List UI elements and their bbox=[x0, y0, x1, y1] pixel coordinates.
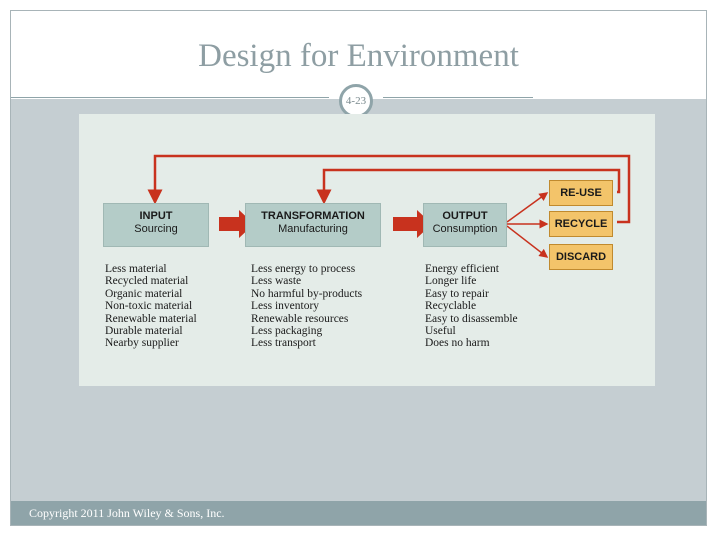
list-item: Less transport bbox=[251, 337, 316, 350]
diagram-panel: INPUT Sourcing TRANSFORMATION Manufactur… bbox=[79, 114, 655, 386]
recycle-box: RECYCLE bbox=[549, 211, 613, 237]
slide-footer: Copyright 2011 John Wiley & Sons, Inc. bbox=[11, 501, 706, 525]
list-item: Recyclable bbox=[425, 300, 477, 313]
transformation-title: TRANSFORMATION bbox=[261, 210, 365, 222]
list-item: Less energy to process bbox=[251, 263, 356, 275]
output-subtitle: Consumption bbox=[432, 223, 498, 235]
list-item: Useful bbox=[425, 325, 456, 338]
list-item: Less inventory bbox=[251, 300, 320, 313]
list-item: Recycled material bbox=[105, 275, 189, 288]
list-item: Easy to repair bbox=[425, 287, 489, 300]
transformation-list: Less energy to process Less waste No har… bbox=[251, 263, 362, 350]
slide-number: 4-23 bbox=[339, 84, 373, 118]
list-item: Does no harm bbox=[425, 337, 490, 350]
copyright-text: Copyright 2011 John Wiley & Sons, Inc. bbox=[29, 506, 225, 520]
slide-title: Design for Environment bbox=[198, 38, 519, 74]
input-title: INPUT bbox=[139, 210, 173, 222]
reuse-box: RE-USE bbox=[549, 180, 613, 206]
input-subtitle: Sourcing bbox=[134, 223, 178, 235]
output-to-discard-arrow bbox=[506, 225, 549, 258]
input-list: Less material Recycled material Organic … bbox=[105, 263, 197, 350]
list-item: Easy to disassemble bbox=[425, 312, 518, 325]
list-item: Energy efficient bbox=[425, 263, 499, 275]
slide-frame: Design for Environment 4-23 INPUT Sourci… bbox=[10, 10, 707, 526]
transformation-box: TRANSFORMATION Manufacturing bbox=[245, 203, 381, 247]
list-item: Less packaging bbox=[251, 325, 323, 338]
list-item: Renewable resources bbox=[251, 312, 349, 325]
output-box: OUTPUT Consumption bbox=[423, 203, 507, 247]
list-item: Longer life bbox=[425, 275, 477, 288]
list-item: Durable material bbox=[105, 325, 183, 338]
discard-box: DISCARD bbox=[549, 244, 613, 270]
title-rule-left bbox=[11, 97, 329, 98]
input-box: INPUT Sourcing bbox=[103, 203, 209, 247]
list-item: Nearby supplier bbox=[105, 337, 179, 350]
list-item: No harmful by-products bbox=[251, 287, 363, 300]
transformation-subtitle: Manufacturing bbox=[278, 223, 348, 235]
output-to-reuse-arrow bbox=[506, 192, 549, 223]
title-rule-right bbox=[383, 97, 533, 98]
list-item: Less material bbox=[105, 263, 167, 275]
list-item: Renewable material bbox=[105, 312, 197, 325]
list-item: Non-toxic material bbox=[105, 300, 193, 313]
output-title: OUTPUT bbox=[442, 210, 488, 222]
output-list: Energy efficient Longer life Easy to rep… bbox=[425, 263, 518, 350]
list-item: Organic material bbox=[105, 287, 183, 300]
list-item: Less waste bbox=[251, 275, 302, 288]
